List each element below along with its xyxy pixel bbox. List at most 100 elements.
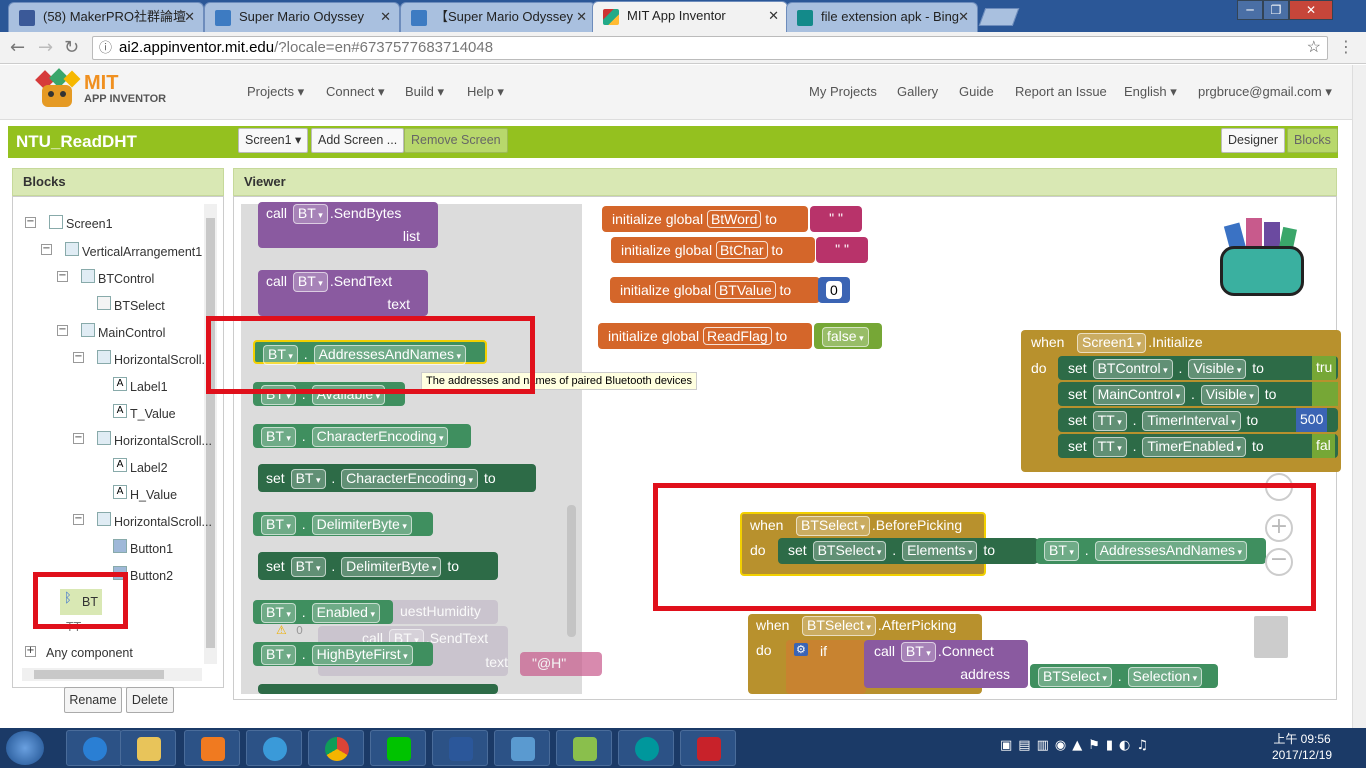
block-if[interactable]: ⚙ if: [786, 640, 866, 694]
number-value[interactable]: 0: [826, 281, 842, 299]
property-dropdown[interactable]: CharacterEncoding: [341, 469, 479, 489]
variable-name-field[interactable]: ReadFlag: [702, 327, 772, 345]
component-dropdown[interactable]: BT: [261, 515, 296, 535]
browser-tab-makerpro[interactable]: (58) MakerPRO社群論壇 ✕: [8, 2, 204, 32]
collapse-icon[interactable]: −: [25, 217, 36, 228]
remove-screen-button[interactable]: Remove Screen: [404, 128, 508, 153]
info-icon[interactable]: ⓘ: [99, 37, 112, 59]
system-tray-icons[interactable]: ▣▤▥◉▲⚑▮◐♫: [1000, 738, 1260, 756]
close-icon[interactable]: ✕: [958, 3, 969, 31]
link-report-issue[interactable]: Report an Issue: [1015, 84, 1107, 99]
component-dropdown[interactable]: BT: [900, 642, 936, 662]
value-block[interactable]: 500: [1296, 408, 1328, 432]
block-bt-characterencoding[interactable]: BT . CharacterEncoding: [253, 424, 471, 448]
tree-label1[interactable]: Label1: [130, 380, 168, 394]
block-set-tt-timerenabled[interactable]: set TT . TimerEnabled to fal: [1058, 434, 1338, 458]
block-bt-enabled[interactable]: BT . Enabled: [253, 600, 393, 624]
taskbar-chrome[interactable]: [308, 730, 364, 766]
property-dropdown[interactable]: Visible: [1188, 359, 1247, 379]
trash-icon[interactable]: [1254, 616, 1288, 658]
block-number-zero[interactable]: 0: [818, 277, 850, 303]
property-dropdown[interactable]: Visible: [1200, 385, 1259, 405]
tree-btselect[interactable]: BTSelect: [114, 299, 165, 313]
variable-name-field[interactable]: BTValue: [714, 281, 776, 299]
menu-build[interactable]: Build ▾: [405, 84, 444, 100]
close-icon[interactable]: ✕: [768, 2, 779, 30]
tree-hscrollbar[interactable]: [22, 668, 202, 681]
link-guide[interactable]: Guide: [959, 84, 994, 99]
component-dropdown[interactable]: MainControl: [1092, 385, 1186, 405]
taskbar-media[interactable]: [184, 730, 240, 766]
boolean-dropdown[interactable]: false: [822, 327, 869, 347]
start-button[interactable]: [6, 731, 44, 765]
menu-account[interactable]: prgbruce@gmail.com ▾: [1198, 84, 1332, 100]
collapse-icon[interactable]: −: [41, 244, 52, 255]
property-dropdown[interactable]: Enabled: [311, 603, 381, 623]
component-dropdown[interactable]: BT: [292, 272, 328, 292]
block-bt-highbytefirst[interactable]: BT . HighByteFirst: [253, 642, 433, 666]
taskbar-ime[interactable]: [680, 730, 736, 766]
tree-any-component[interactable]: Any component: [46, 646, 133, 660]
menu-language[interactable]: English ▾: [1124, 84, 1177, 100]
property-dropdown[interactable]: CharacterEncoding: [311, 427, 449, 447]
value-block[interactable]: fal: [1312, 434, 1335, 458]
rename-button[interactable]: Rename: [64, 687, 122, 713]
tree-maincontrol[interactable]: MainControl: [98, 326, 165, 340]
expand-icon[interactable]: +: [25, 646, 36, 657]
component-dropdown[interactable]: BT: [261, 427, 296, 447]
block-call-bt-connect[interactable]: call BT.Connect address: [864, 640, 1028, 688]
block-set-delimiterbyte[interactable]: set BT . DelimiterByte to: [258, 552, 498, 580]
screen-select[interactable]: Screen1 ▾: [238, 128, 309, 153]
block-text-empty-2[interactable]: " ": [816, 237, 868, 263]
variable-name-field[interactable]: BtChar: [715, 241, 768, 259]
tree-button2[interactable]: Button2: [130, 569, 173, 583]
collapse-icon[interactable]: −: [57, 271, 68, 282]
block-set-tt-timerinterval[interactable]: set TT . TimerInterval to 500: [1058, 408, 1338, 432]
property-dropdown[interactable]: TimerInterval: [1142, 411, 1241, 431]
blocks-button[interactable]: Blocks: [1287, 128, 1338, 153]
page-scrollbar[interactable]: [1352, 65, 1366, 728]
browser-tab-app-inventor[interactable]: MIT App Inventor ✕: [592, 1, 788, 32]
property-dropdown[interactable]: DelimiterByte: [311, 515, 412, 535]
collapse-icon[interactable]: −: [73, 352, 84, 363]
component-dropdown[interactable]: TT: [1092, 437, 1127, 457]
close-icon[interactable]: ✕: [184, 3, 195, 31]
component-dropdown[interactable]: BTSelect: [802, 616, 876, 636]
block-global-btvalue[interactable]: initialize global BTValue to: [610, 277, 820, 303]
component-dropdown[interactable]: BTSelect: [1038, 667, 1112, 687]
tree-h-value[interactable]: H_Value: [130, 488, 177, 502]
block-global-btword[interactable]: initialize global BtWord to: [602, 206, 808, 232]
menu-projects[interactable]: Projects ▾: [247, 84, 304, 100]
taskbar-ie[interactable]: [66, 730, 122, 766]
maximize-button[interactable]: ❐: [1263, 0, 1289, 20]
tree-horizontalscroll-1[interactable]: HorizontalScroll...: [114, 353, 212, 367]
block-set-characterencoding[interactable]: set BT . CharacterEncoding to: [258, 464, 536, 492]
collapse-icon[interactable]: −: [57, 325, 68, 336]
block-bt-delimiterbyte[interactable]: BT . DelimiterByte: [253, 512, 433, 536]
block-text-empty-1[interactable]: " ": [810, 206, 862, 232]
component-dropdown[interactable]: Screen1: [1077, 333, 1147, 353]
block-set-highbytefirst-partial[interactable]: [258, 684, 498, 694]
designer-button[interactable]: Designer: [1221, 128, 1286, 153]
flyout-scrollbar[interactable]: [567, 505, 576, 637]
block-call-sendbytes[interactable]: call BT.SendBytes list: [258, 202, 438, 248]
taskbar-line[interactable]: [370, 730, 426, 766]
link-gallery[interactable]: Gallery: [897, 84, 938, 99]
bookmark-star-icon[interactable]: ☆: [1307, 37, 1321, 59]
menu-connect[interactable]: Connect ▾: [326, 84, 385, 100]
component-dropdown[interactable]: TT: [1092, 411, 1127, 431]
block-global-readflag[interactable]: initialize global ReadFlag to: [598, 323, 812, 349]
tree-label2[interactable]: Label2: [130, 461, 168, 475]
taskbar-word[interactable]: [432, 730, 488, 766]
property-dropdown[interactable]: Selection: [1127, 667, 1203, 687]
browser-tab-mario-2[interactable]: 【Super Mario Odyssey ✕: [400, 2, 596, 32]
block-btselect-selection[interactable]: BTSelect . Selection: [1030, 664, 1218, 688]
component-dropdown[interactable]: BT: [261, 645, 296, 665]
new-tab-button[interactable]: [978, 8, 1020, 26]
menu-help[interactable]: Help ▾: [467, 84, 504, 100]
component-dropdown[interactable]: BTControl: [1092, 359, 1173, 379]
value-block[interactable]: [1312, 382, 1338, 406]
component-dropdown[interactable]: BT: [292, 204, 328, 224]
component-dropdown[interactable]: BT: [261, 603, 296, 623]
url-field[interactable]: ⓘ ai2.appinventor.mit.edu/?locale=en#673…: [92, 36, 1328, 60]
